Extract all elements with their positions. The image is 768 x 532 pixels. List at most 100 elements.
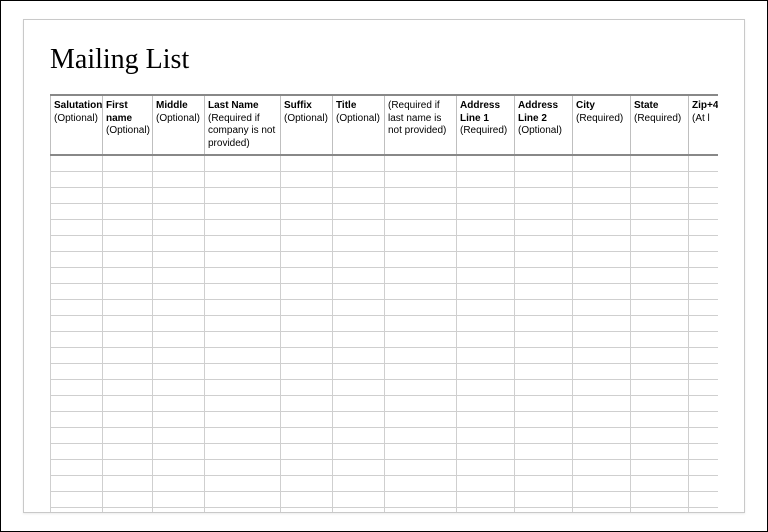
table-cell[interactable] <box>385 507 457 513</box>
table-cell[interactable] <box>153 379 205 395</box>
table-cell[interactable] <box>457 235 515 251</box>
table-cell[interactable] <box>153 411 205 427</box>
table-cell[interactable] <box>457 187 515 203</box>
table-cell[interactable] <box>515 171 573 187</box>
table-cell[interactable] <box>51 379 103 395</box>
table-cell[interactable] <box>281 363 333 379</box>
table-cell[interactable] <box>515 251 573 267</box>
table-cell[interactable] <box>103 171 153 187</box>
table-cell[interactable] <box>515 507 573 513</box>
table-cell[interactable] <box>515 427 573 443</box>
table-cell[interactable] <box>385 155 457 171</box>
table-cell[interactable] <box>281 315 333 331</box>
table-cell[interactable] <box>631 443 689 459</box>
table-cell[interactable] <box>457 395 515 411</box>
table-cell[interactable] <box>281 171 333 187</box>
table-cell[interactable] <box>631 331 689 347</box>
table-cell[interactable] <box>103 491 153 507</box>
table-cell[interactable] <box>333 315 385 331</box>
table-cell[interactable] <box>631 267 689 283</box>
table-cell[interactable] <box>573 251 631 267</box>
table-cell[interactable] <box>281 331 333 347</box>
table-cell[interactable] <box>281 427 333 443</box>
table-cell[interactable] <box>333 411 385 427</box>
table-cell[interactable] <box>515 187 573 203</box>
table-cell[interactable] <box>281 459 333 475</box>
table-cell[interactable] <box>281 251 333 267</box>
table-cell[interactable] <box>631 379 689 395</box>
table-cell[interactable] <box>153 187 205 203</box>
table-cell[interactable] <box>103 299 153 315</box>
table-cell[interactable] <box>457 267 515 283</box>
table-cell[interactable] <box>385 187 457 203</box>
table-cell[interactable] <box>205 363 281 379</box>
table-cell[interactable] <box>205 155 281 171</box>
table-cell[interactable] <box>281 443 333 459</box>
table-cell[interactable] <box>631 283 689 299</box>
table-cell[interactable] <box>457 427 515 443</box>
table-cell[interactable] <box>631 171 689 187</box>
table-cell[interactable] <box>631 459 689 475</box>
table-cell[interactable] <box>573 219 631 235</box>
table-cell[interactable] <box>205 299 281 315</box>
table-cell[interactable] <box>333 379 385 395</box>
table-cell[interactable] <box>51 235 103 251</box>
table-cell[interactable] <box>515 299 573 315</box>
table-cell[interactable] <box>689 459 719 475</box>
table-cell[interactable] <box>103 459 153 475</box>
table-cell[interactable] <box>631 363 689 379</box>
table-cell[interactable] <box>457 171 515 187</box>
table-cell[interactable] <box>385 283 457 299</box>
table-cell[interactable] <box>515 219 573 235</box>
table-cell[interactable] <box>457 475 515 491</box>
table-cell[interactable] <box>205 219 281 235</box>
table-cell[interactable] <box>51 299 103 315</box>
table-cell[interactable] <box>689 411 719 427</box>
table-cell[interactable] <box>103 251 153 267</box>
table-cell[interactable] <box>689 475 719 491</box>
table-cell[interactable] <box>573 363 631 379</box>
table-cell[interactable] <box>515 363 573 379</box>
table-cell[interactable] <box>385 427 457 443</box>
table-cell[interactable] <box>573 411 631 427</box>
table-cell[interactable] <box>281 475 333 491</box>
table-cell[interactable] <box>281 379 333 395</box>
table-cell[interactable] <box>457 443 515 459</box>
table-cell[interactable] <box>103 235 153 251</box>
table-cell[interactable] <box>631 475 689 491</box>
table-cell[interactable] <box>103 187 153 203</box>
table-cell[interactable] <box>689 379 719 395</box>
table-cell[interactable] <box>153 283 205 299</box>
table-cell[interactable] <box>51 315 103 331</box>
table-cell[interactable] <box>573 283 631 299</box>
table-cell[interactable] <box>153 235 205 251</box>
table-cell[interactable] <box>573 443 631 459</box>
table-cell[interactable] <box>103 427 153 443</box>
table-cell[interactable] <box>103 475 153 491</box>
table-cell[interactable] <box>153 155 205 171</box>
table-cell[interactable] <box>333 331 385 347</box>
table-cell[interactable] <box>153 443 205 459</box>
table-cell[interactable] <box>205 395 281 411</box>
table-cell[interactable] <box>385 491 457 507</box>
table-cell[interactable] <box>385 315 457 331</box>
table-cell[interactable] <box>333 299 385 315</box>
table-cell[interactable] <box>333 155 385 171</box>
table-cell[interactable] <box>51 491 103 507</box>
table-cell[interactable] <box>153 459 205 475</box>
table-cell[interactable] <box>103 219 153 235</box>
table-cell[interactable] <box>385 299 457 315</box>
table-cell[interactable] <box>205 507 281 513</box>
table-cell[interactable] <box>51 411 103 427</box>
table-cell[interactable] <box>385 219 457 235</box>
table-cell[interactable] <box>689 251 719 267</box>
table-cell[interactable] <box>515 235 573 251</box>
table-cell[interactable] <box>631 411 689 427</box>
table-cell[interactable] <box>385 267 457 283</box>
table-cell[interactable] <box>515 347 573 363</box>
table-cell[interactable] <box>457 411 515 427</box>
table-cell[interactable] <box>457 203 515 219</box>
table-cell[interactable] <box>515 459 573 475</box>
table-cell[interactable] <box>573 331 631 347</box>
table-cell[interactable] <box>51 427 103 443</box>
